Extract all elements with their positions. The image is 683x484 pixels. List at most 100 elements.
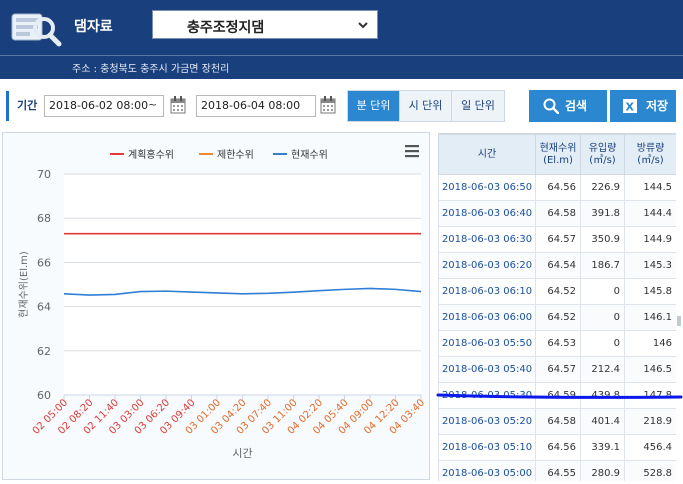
x-axis-title: 시간 [232,447,252,460]
cell-inflow: 0 [580,304,625,331]
cell-time: 2018-06-03 06:00 [438,304,536,331]
page-title: 댐자료 [74,19,113,35]
cell-outflow: 146 [624,330,676,357]
data-table-container: 시간 현재수위 (El.m) 유입량 (㎥/s) 방류량 (㎥/s) 2018-… [438,133,676,481]
table-row[interactable]: 2018-06-03 06:10 64.52 0 145.8 [438,278,676,305]
cell-time: 2018-06-03 05:50 [438,330,536,357]
table-row[interactable]: 2018-06-03 06:40 64.58 391.8 144.4 [438,200,676,227]
chevron-down-icon [358,22,368,29]
y-tick-label: 70 [37,168,51,181]
cell-time: 2018-06-03 06:50 [438,174,536,201]
cell-time: 2018-06-03 06:30 [438,226,536,253]
cell-level: 64.58 [535,408,581,435]
table-scrollbar[interactable] [676,133,683,481]
time-unit-tabs: 분 단위 시 단위 일 단위 [347,90,505,122]
search-button[interactable]: 검색 [529,90,607,122]
cell-outflow: 145.3 [624,252,676,279]
legend-label: 현재수위 [291,148,328,161]
search-icon [543,98,559,114]
cell-outflow: 528.8 [624,460,676,481]
dam-data-logo-icon [11,13,62,47]
y-tick-label: 66 [37,256,51,269]
plot-area [64,174,421,395]
start-date-input[interactable]: 2018-06-02 08:00 [44,95,164,117]
tab-hour-unit[interactable]: 시 단위 [400,91,452,121]
y-tick-label: 62 [37,345,51,358]
cell-outflow: 146.1 [624,304,676,331]
y-tick-label: 60 [37,389,51,402]
save-button-label: 저장 [646,99,669,113]
tab-day-unit[interactable]: 일 단위 [452,91,504,121]
cell-inflow: 212.4 [580,356,625,383]
cell-outflow: 145.8 [624,278,676,305]
cell-outflow: 144.5 [624,174,676,201]
handwritten-underline-annotation [436,393,683,399]
dam-address: 주소 : 충청북도 충주시 가금면 장천리 [72,64,230,75]
col-header-outflow: 방류량 (㎥/s) [624,134,676,175]
table-row[interactable]: 2018-06-03 05:50 64.53 0 146 [438,330,676,357]
cell-time: 2018-06-03 05:10 [438,434,536,461]
cell-level: 64.56 [535,434,581,461]
table-row[interactable]: 2018-06-03 05:10 64.56 339.1 456.4 [438,434,676,461]
col-header-inflow: 유입량 (㎥/s) [580,134,625,175]
svg-text:X: X [626,101,635,114]
table-row[interactable]: 2018-06-03 05:00 64.55 280.9 528.8 [438,460,676,481]
cell-level: 64.56 [535,174,581,201]
cell-outflow: 144.9 [624,226,676,253]
calendar-icon[interactable] [320,96,336,114]
cell-time: 2018-06-03 06:20 [438,252,536,279]
y-tick-label: 64 [37,301,51,314]
chart-canvas: 606264666870현재수위(El.m) 계획홍수위 제한수위 현재수위 02 … [17,145,427,460]
cell-time: 2018-06-03 06:40 [438,200,536,227]
cell-time: 2018-06-03 05:20 [438,408,536,435]
cell-level: 64.54 [535,252,581,279]
y-axis-title: 현재수위(El.m) [17,251,30,318]
cell-level: 64.57 [535,226,581,253]
cell-time: 2018-06-03 05:40 [438,356,536,383]
cell-inflow: 391.8 [580,200,625,227]
y-tick-label: 68 [37,212,51,225]
cell-time: 2018-06-03 06:10 [438,278,536,305]
cell-outflow: 218.9 [624,408,676,435]
cell-inflow: 0 [580,278,625,305]
cell-inflow: 186.7 [580,252,625,279]
calendar-icon[interactable] [170,96,186,114]
cell-outflow: 456.4 [624,434,676,461]
table-row[interactable]: 2018-06-03 05:20 64.58 401.4 218.9 [438,408,676,435]
table-scrollbar-thumb[interactable] [677,316,681,326]
water-data-table: 시간 현재수위 (El.m) 유입량 (㎥/s) 방류량 (㎥/s) 2018-… [438,134,676,481]
end-date-input[interactable]: 2018-06-04 08:00 [196,95,316,117]
col-header-time: 시간 [438,134,536,175]
table-row[interactable]: 2018-06-03 06:20 64.54 186.7 145.3 [438,252,676,279]
search-button-label: 검색 [565,99,588,113]
dam-select[interactable]: 충주조정지댐 [152,10,378,39]
table-row[interactable]: 2018-06-03 06:30 64.57 350.9 144.9 [438,226,676,253]
table-row[interactable]: 2018-06-03 05:40 64.57 212.4 146.5 [438,356,676,383]
cell-level: 64.52 [535,278,581,305]
table-row[interactable]: 2018-06-03 06:50 64.56 226.9 144.5 [438,174,676,201]
period-label: 기간 [6,91,42,121]
cell-inflow: 0 [580,330,625,357]
cell-outflow: 146.5 [624,356,676,383]
cell-inflow: 226.9 [580,174,625,201]
hamburger-menu-icon[interactable] [405,145,419,158]
save-button[interactable]: X 저장 [610,90,676,122]
cell-level: 64.53 [535,330,581,357]
legend-label: 계획홍수위 [128,148,174,161]
cell-inflow: 350.9 [580,226,625,253]
excel-icon: X [623,99,637,114]
cell-inflow: 401.4 [580,408,625,435]
cell-outflow: 144.4 [624,200,676,227]
cell-time: 2018-06-03 05:00 [438,460,536,481]
cell-level: 64.55 [535,460,581,481]
cell-level: 64.57 [535,356,581,383]
table-header-row: 시간 현재수위 (El.m) 유입량 (㎥/s) 방류량 (㎥/s) [438,134,676,175]
dam-select-value: 충주조정지댐 [187,20,265,36]
table-row[interactable]: 2018-06-03 06:00 64.52 0 146.1 [438,304,676,331]
tab-minute-unit[interactable]: 분 단위 [348,91,400,121]
water-level-chart: 60 62 64 66 68 70 현재수위(El.m) 계획홍수위 제한수위 현재수위 02 … [2,132,430,480]
cell-inflow: 339.1 [580,434,625,461]
cell-level: 64.52 [535,304,581,331]
cell-inflow: 280.9 [580,460,625,481]
cell-level: 64.58 [535,200,581,227]
